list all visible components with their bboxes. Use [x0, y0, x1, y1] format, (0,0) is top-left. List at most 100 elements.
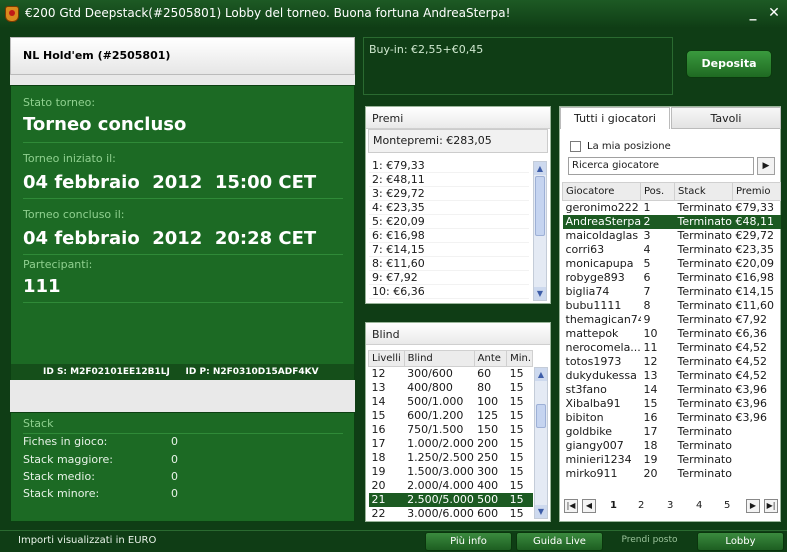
page-number[interactable]: 5 — [724, 500, 730, 511]
blind-value: 1.500/3.000 — [407, 465, 474, 478]
player-row[interactable]: giangy007 18 Terminato — [563, 439, 781, 453]
col-blind[interactable]: Blind — [403, 350, 475, 367]
page-number[interactable]: 3 — [667, 500, 673, 511]
player-prize: €20,09 — [735, 257, 775, 270]
prizes-panel: Premi Montepremi: €283,05 1: €79,33 2: €… — [365, 106, 551, 304]
blind-row[interactable]: 17 1.000/2.000 200 15 — [369, 437, 533, 451]
scroll-up-icon[interactable]: ▲ — [534, 162, 546, 175]
player-row[interactable]: bubu1111 8 Terminato €11,60 — [563, 299, 781, 313]
prizes-header: Premi — [366, 107, 550, 129]
col-min[interactable]: Min. — [506, 350, 533, 367]
player-stack: Terminato — [677, 285, 732, 298]
blind-level: 19 — [371, 465, 386, 478]
col-player[interactable]: Giocatore — [562, 182, 641, 201]
live-guide-button[interactable]: Guida Live — [516, 532, 603, 551]
player-prize: €48,11 — [732, 214, 781, 229]
search-arrow-icon[interactable]: ▶ — [757, 157, 775, 175]
scroll-down-icon[interactable]: ▼ — [535, 505, 547, 518]
player-row[interactable]: robyge893 6 Terminato €16,98 — [563, 271, 781, 285]
prev-page-icon[interactable]: ◀ — [582, 499, 596, 513]
close-button[interactable]: ✕ — [765, 4, 783, 22]
player-row[interactable]: mirko911 20 Terminato — [563, 467, 781, 481]
lobby-button[interactable]: Lobby — [697, 532, 784, 551]
player-row[interactable]: themagican74 9 Terminato €7,92 — [563, 313, 781, 327]
blind-minutes: 15 — [509, 381, 524, 394]
first-page-icon[interactable]: |◀ — [564, 499, 578, 513]
tab-tables[interactable]: Tavoli — [671, 107, 781, 129]
player-stack: Terminato — [677, 355, 732, 368]
blind-value: 2.500/5.000 — [404, 492, 475, 507]
col-position[interactable]: Pos. — [640, 182, 675, 201]
blind-row[interactable]: 14 500/1.000 100 15 — [369, 395, 533, 409]
prize-list[interactable]: 1: €79,33 2: €48,11 3: €29,72 4: €23,35 … — [369, 159, 529, 299]
scroll-down-icon[interactable]: ▼ — [534, 287, 546, 300]
stack-row-label: Fiches in gioco: — [23, 435, 108, 448]
player-row[interactable]: goldbike 17 Terminato — [563, 425, 781, 439]
col-ante[interactable]: Ante — [473, 350, 508, 367]
player-row[interactable]: corri63 4 Terminato €23,35 — [563, 243, 781, 257]
player-row[interactable]: biglia74 7 Terminato €14,15 — [563, 285, 781, 299]
player-row[interactable]: Xibalba91 15 Terminato €3,96 — [563, 397, 781, 411]
my-position-checkbox[interactable] — [570, 141, 581, 152]
blind-row[interactable]: 21 2.500/5.000 500 15 — [368, 492, 533, 507]
scroll-thumb[interactable] — [535, 176, 545, 236]
col-levels[interactable]: Livelli — [368, 350, 405, 367]
divider — [23, 198, 343, 199]
player-row[interactable]: bibiton 16 Terminato €3,96 — [563, 411, 781, 425]
blind-row[interactable]: 19 1.500/3.000 300 15 — [369, 465, 533, 479]
prize-pool-value: Montepremi: €283,05 — [373, 134, 492, 147]
last-page-icon[interactable]: ▶| — [764, 499, 778, 513]
next-page-icon[interactable]: ▶ — [746, 499, 760, 513]
player-prize: €3,96 — [735, 383, 768, 396]
blind-row[interactable]: 12 300/600 60 15 — [369, 367, 533, 381]
scroll-up-icon[interactable]: ▲ — [535, 368, 547, 381]
divider — [23, 433, 343, 434]
bottom-bar: Importi visualizzati in EURO Più info Gu… — [0, 530, 787, 552]
col-prize[interactable]: Premio — [732, 182, 781, 201]
participants-value: 111 — [23, 276, 61, 297]
col-stack[interactable]: Stack — [674, 182, 733, 201]
player-row[interactable]: totos1973 12 Terminato €4,52 — [563, 355, 781, 369]
player-row[interactable]: monicapupa 5 Terminato €20,09 — [563, 257, 781, 271]
player-row[interactable]: maicoldaglas 3 Terminato €29,72 — [563, 229, 781, 243]
player-row[interactable]: mattepok 10 Terminato €6,36 — [563, 327, 781, 341]
tab-all-players[interactable]: Tutti i giocatori — [560, 107, 670, 129]
blind-ante: 125 — [477, 409, 499, 422]
player-row[interactable]: st3fano 14 Terminato €3,96 — [563, 383, 781, 397]
blind-minutes: 15 — [506, 492, 533, 507]
player-row[interactable]: geronimo222 1 Terminato €79,33 — [563, 201, 781, 215]
player-name: mirko911 — [565, 467, 618, 480]
player-row[interactable]: dukydukessa 13 Terminato €4,52 — [563, 369, 781, 383]
player-row[interactable]: AndreaSterpa 2 Terminato €48,11 — [562, 214, 781, 229]
stack-title: Stack — [23, 417, 54, 430]
scroll-thumb[interactable] — [536, 404, 546, 428]
player-name: totos1973 — [565, 355, 622, 368]
page-number[interactable]: 1 — [610, 500, 617, 511]
blind-row[interactable]: 13 400/800 80 15 — [369, 381, 533, 395]
blind-minutes: 15 — [509, 367, 524, 381]
player-row[interactable]: nerocomela... 11 Terminato €4,52 — [563, 341, 781, 355]
blind-row[interactable]: 22 3.000/6.000 600 15 — [369, 507, 533, 521]
page-number[interactable]: 4 — [696, 500, 702, 511]
player-search-input[interactable]: Ricerca giocatore — [568, 157, 754, 175]
prizes-scrollbar[interactable]: ▲ ▼ — [533, 161, 547, 301]
player-prize — [733, 425, 781, 439]
player-stack: Terminato — [677, 411, 732, 424]
player-prize — [733, 453, 781, 467]
minimize-button[interactable]: _ — [744, 4, 762, 22]
player-row[interactable]: minieri1234 19 Terminato — [563, 453, 781, 467]
blinds-scrollbar[interactable]: ▲ ▼ — [534, 367, 548, 519]
blind-row[interactable]: 18 1.250/2.500 250 15 — [369, 451, 533, 465]
blind-row[interactable]: 15 600/1.200 125 15 — [369, 409, 533, 423]
prize-pool: Montepremi: €283,05 — [368, 129, 548, 153]
blind-row[interactable]: 16 750/1.500 150 15 — [369, 423, 533, 437]
player-prize: €79,33 — [735, 201, 775, 215]
blind-ante: 500 — [474, 492, 507, 507]
blind-row[interactable]: 20 2.000/4.000 400 15 — [369, 479, 533, 493]
player-prize: €11,60 — [735, 299, 775, 312]
player-position: 14 — [643, 383, 658, 396]
take-seat-button[interactable]: Prendi posto — [606, 532, 693, 551]
more-info-button[interactable]: Più info — [425, 532, 512, 551]
deposit-button[interactable]: Deposita — [686, 50, 772, 78]
page-number[interactable]: 2 — [638, 500, 644, 511]
